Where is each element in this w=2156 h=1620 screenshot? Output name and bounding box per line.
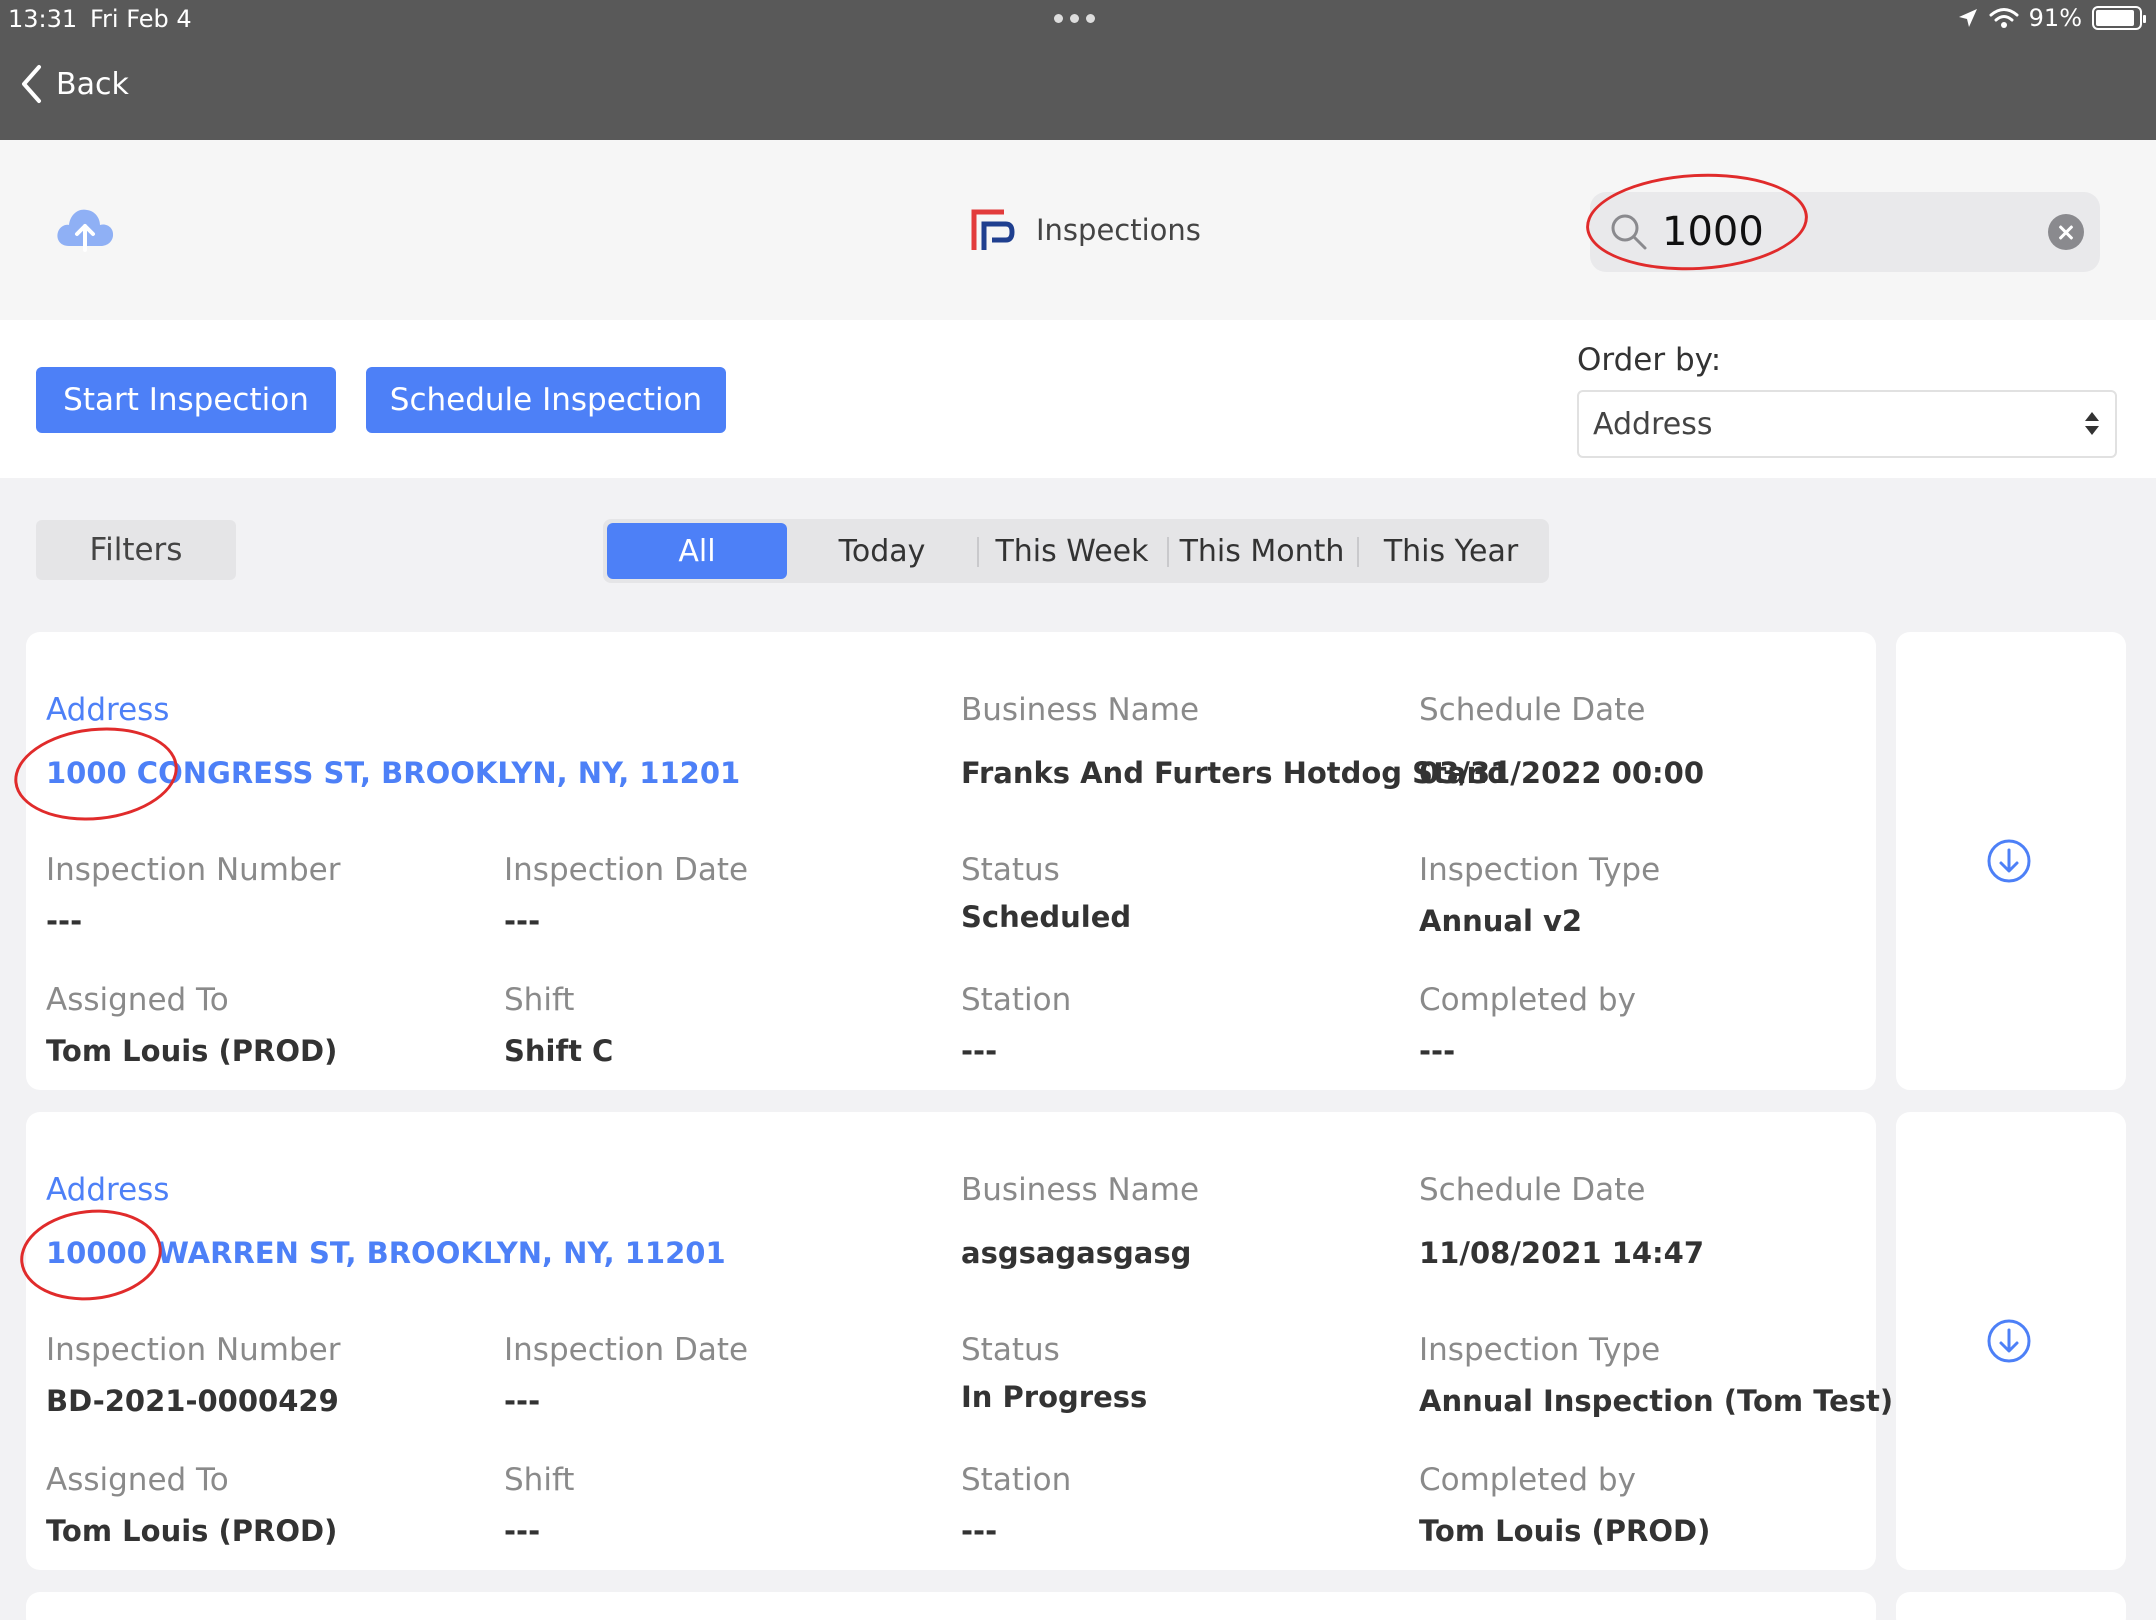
page-title: Inspections (1036, 213, 1201, 247)
wifi-icon (1989, 8, 2019, 28)
inspection-type-value: Annual Inspection (Tom Test) (1419, 1384, 1894, 1418)
download-panel (1896, 1112, 2126, 1570)
start-inspection-button[interactable]: Start Inspection (36, 367, 336, 433)
status-value: Scheduled (961, 900, 1132, 934)
business-name-label: Business Name (961, 692, 1200, 728)
cloud-upload-icon[interactable] (54, 204, 116, 254)
schedule-date-label: Schedule Date (1419, 1172, 1646, 1208)
assigned-to-label: Assigned To (46, 1462, 229, 1498)
address-label: Address (46, 692, 170, 728)
schedule-date-value: 03/31/2022 00:00 (1419, 756, 1705, 790)
download-panel (1896, 632, 2126, 1090)
inspection-date-label: Inspection Date (504, 852, 749, 888)
inspection-card[interactable]: Address 10000 WARREN ST, BROOKLYN, NY, 1… (15, 1112, 1893, 1570)
chevron-left-icon (22, 65, 41, 103)
inspection-type-label: Inspection Type (1419, 1332, 1661, 1368)
business-name-label: Business Name (961, 1172, 1200, 1208)
status-label: Status (961, 852, 1060, 888)
inspection-date-label: Inspection Date (504, 1332, 749, 1368)
shift-label: Shift (504, 1462, 575, 1498)
inspection-card-partial[interactable] (26, 1592, 1876, 1620)
period-this-week[interactable]: This Week (977, 523, 1167, 579)
address-annotation-circle (9, 719, 183, 829)
download-icon[interactable] (1986, 1318, 2032, 1364)
schedule-date-value: 11/08/2021 14:47 (1419, 1236, 1705, 1270)
back-button[interactable]: Back (20, 64, 129, 104)
inspection-type-value: Annual v2 (1419, 904, 1583, 938)
assigned-to-label: Assigned To (46, 982, 229, 1018)
inspection-number-label: Inspection Number (46, 1332, 341, 1368)
completed-by-label: Completed by (1419, 1462, 1636, 1498)
shift-label: Shift (504, 982, 575, 1018)
clear-search-icon[interactable] (2048, 214, 2084, 250)
shift-value: Shift C (504, 1034, 614, 1068)
action-row: Start Inspection Schedule Inspection Ord… (0, 320, 2156, 478)
completed-by-value: --- (1419, 1034, 1456, 1068)
app-logo-icon (971, 209, 1015, 250)
status-value: In Progress (961, 1380, 1148, 1414)
period-this-month[interactable]: This Month (1167, 523, 1357, 579)
schedule-date-label: Schedule Date (1419, 692, 1646, 728)
header: Inspections 1000 (0, 140, 2156, 320)
period-all[interactable]: All (607, 523, 787, 579)
completed-by-value: Tom Louis (PROD) (1419, 1514, 1711, 1548)
multitasking-dots-icon[interactable] (1054, 14, 1095, 23)
location-icon (1958, 9, 1977, 27)
assigned-to-value: Tom Louis (PROD) (46, 1034, 338, 1068)
order-by-label: Order by: (1577, 342, 1722, 378)
inspection-date-value: --- (504, 1384, 541, 1418)
completed-by-label: Completed by (1419, 982, 1636, 1018)
inspection-type-label: Inspection Type (1419, 852, 1661, 888)
assigned-to-value: Tom Louis (PROD) (46, 1514, 338, 1548)
download-icon[interactable] (1986, 838, 2032, 884)
status-indicators: 91% (1957, 4, 2146, 32)
download-panel-partial (1896, 1592, 2126, 1620)
inspection-number-label: Inspection Number (46, 852, 341, 888)
inspection-number-value: BD-2021-0000429 (46, 1384, 339, 1418)
inspection-card[interactable]: Address 1000 CONGRESS ST, BROOKLYN, NY, … (9, 632, 1876, 1090)
station-value: --- (961, 1034, 998, 1068)
select-arrows-icon (2085, 412, 2099, 440)
inspection-date-value: --- (504, 904, 541, 938)
period-segmented-control: All Today This Week This Month This Year (603, 519, 1549, 583)
address-annotation-circle (15, 1202, 167, 1308)
filters-button[interactable]: Filters (36, 520, 236, 580)
period-today[interactable]: Today (787, 523, 977, 579)
top-bar: 13:31 Fri Feb 4 91% Back (0, 0, 2156, 140)
status-time: 13:31 (8, 5, 78, 33)
order-by-select[interactable]: Address (1577, 390, 2117, 458)
station-value: --- (961, 1514, 998, 1548)
battery-icon (2092, 6, 2146, 30)
status-bar: 13:31 Fri Feb 4 91% (0, 0, 2156, 40)
back-label: Back (56, 66, 129, 102)
inspection-number-value: --- (46, 904, 83, 938)
order-by-value: Address (1593, 406, 1713, 442)
status-label: Status (961, 1332, 1060, 1368)
period-this-year[interactable]: This Year (1357, 523, 1545, 579)
schedule-inspection-button[interactable]: Schedule Inspection (366, 367, 726, 433)
station-label: Station (961, 1462, 1072, 1498)
shift-value: --- (504, 1514, 541, 1548)
app-brand: Inspections (968, 206, 1201, 254)
battery-percent: 91% (2028, 4, 2082, 32)
station-label: Station (961, 982, 1072, 1018)
address-label: Address (46, 1172, 170, 1208)
status-date: Fri Feb 4 (90, 5, 192, 33)
business-name-value: asgsagasgasg (961, 1236, 1192, 1270)
